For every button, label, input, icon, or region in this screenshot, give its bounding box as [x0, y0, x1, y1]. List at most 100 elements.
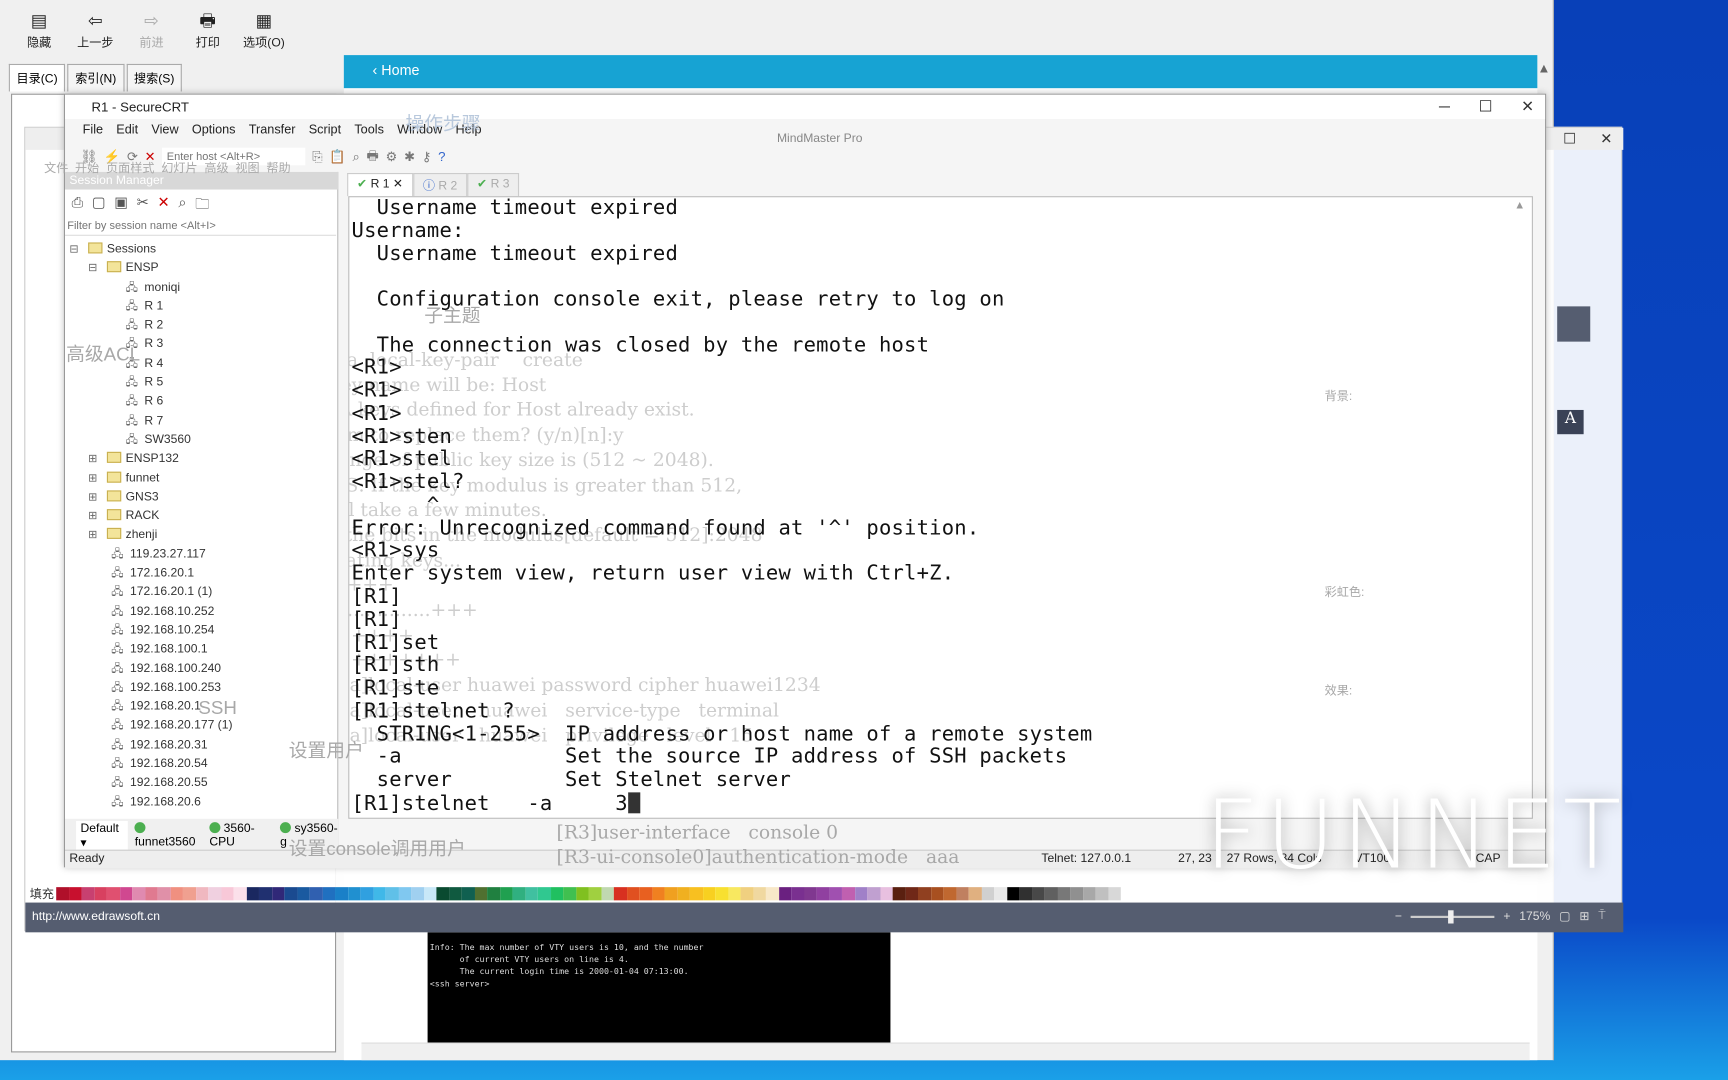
- tree-session[interactable]: 🖧 R 7: [69, 412, 329, 431]
- color-swatch[interactable]: [1108, 887, 1121, 901]
- color-palette[interactable]: 填充: [30, 886, 1121, 901]
- color-swatch[interactable]: [144, 887, 158, 901]
- color-swatch[interactable]: [943, 887, 957, 901]
- menu-transfer[interactable]: Transfer: [242, 123, 302, 136]
- color-swatch[interactable]: [930, 887, 944, 901]
- color-swatch[interactable]: [803, 887, 817, 901]
- tab-r2[interactable]: ⓘ R 2: [412, 173, 468, 197]
- tree-folder[interactable]: ⊞ GNS3: [69, 488, 329, 507]
- color-swatch[interactable]: [1095, 887, 1109, 901]
- color-swatch[interactable]: [423, 887, 437, 901]
- color-swatch[interactable]: [487, 887, 500, 901]
- color-swatch[interactable]: [677, 887, 690, 901]
- presentation-icon[interactable]: ⍑: [1598, 909, 1605, 923]
- menu-help[interactable]: Help: [449, 123, 488, 136]
- menu-script[interactable]: Script: [302, 123, 348, 136]
- color-swatch[interactable]: [271, 887, 285, 901]
- tree-session[interactable]: 🖧 R 1: [69, 297, 329, 316]
- color-swatch[interactable]: [550, 887, 564, 901]
- website-link[interactable]: http://www.edrawsoft.cn: [32, 910, 160, 923]
- color-swatch[interactable]: [411, 887, 424, 901]
- color-swatch[interactable]: [905, 887, 918, 901]
- tree-folder[interactable]: ⊟ Sessions: [69, 240, 329, 259]
- find-icon[interactable]: ⌕: [178, 194, 186, 218]
- color-swatch[interactable]: [829, 887, 842, 901]
- tree-session[interactable]: 🖧 192.168.20.54: [69, 755, 329, 774]
- zoom-slider-handle[interactable]: [1448, 909, 1455, 923]
- color-swatch[interactable]: [1082, 887, 1096, 901]
- text-style-icon[interactable]: A: [1557, 409, 1584, 435]
- back-button[interactable]: ⇦ 上一步: [67, 11, 123, 55]
- color-swatch[interactable]: [449, 887, 462, 901]
- color-swatch[interactable]: [765, 887, 779, 901]
- color-swatch[interactable]: [791, 887, 804, 901]
- tree-session[interactable]: 🖧 119.23.27.117: [69, 545, 329, 564]
- color-swatch[interactable]: [892, 887, 906, 901]
- tree-session[interactable]: 🖧 192.168.100.240: [69, 660, 329, 679]
- color-swatch[interactable]: [740, 887, 754, 901]
- settings-icon[interactable]: ⚙: [386, 149, 398, 164]
- color-swatch[interactable]: [778, 887, 792, 901]
- color-swatch[interactable]: [867, 887, 880, 901]
- color-swatch[interactable]: [1070, 887, 1083, 901]
- session-filter-input[interactable]: [65, 218, 337, 236]
- tree-session[interactable]: 🖧 moniqi: [69, 278, 329, 297]
- tree-session[interactable]: 🖧 192.168.20.6: [69, 793, 329, 812]
- close-tab-icon[interactable]: ✕: [393, 177, 403, 190]
- menu-file[interactable]: File: [76, 123, 110, 136]
- tree-folder[interactable]: ⊟ ENSP: [69, 259, 329, 278]
- color-swatch[interactable]: [994, 887, 1007, 901]
- color-swatch[interactable]: [512, 887, 526, 901]
- expand-toggle-icon[interactable]: ⊞: [88, 507, 102, 526]
- expand-toggle-icon[interactable]: ⊞: [88, 488, 102, 507]
- expand-toggle-icon[interactable]: ⊞: [88, 469, 102, 488]
- menu-options[interactable]: Options: [185, 123, 242, 136]
- tree-session[interactable]: 🖧 172.16.20.1 (1): [69, 583, 329, 602]
- color-swatch[interactable]: [956, 887, 969, 901]
- button-sy3560-g[interactable]: sy3560-g: [280, 822, 338, 849]
- color-swatch[interactable]: [639, 887, 652, 901]
- color-swatch[interactable]: [575, 887, 589, 901]
- color-swatch[interactable]: [1006, 887, 1020, 901]
- color-swatch[interactable]: [233, 887, 247, 901]
- color-swatch[interactable]: [220, 887, 234, 901]
- color-swatch[interactable]: [1019, 887, 1033, 901]
- color-swatch[interactable]: [398, 887, 412, 901]
- tree-session[interactable]: 🖧 SW3560: [69, 431, 329, 450]
- tab-search[interactable]: 搜索(S): [126, 63, 183, 92]
- key-icon[interactable]: ⚷: [422, 149, 432, 164]
- color-swatch[interactable]: [499, 887, 513, 901]
- print-icon[interactable]: 🖶: [367, 145, 379, 168]
- color-swatch[interactable]: [347, 887, 361, 901]
- tree-session[interactable]: 🖧 192.168.20.31: [69, 736, 329, 755]
- zoom-out-button[interactable]: −: [1395, 910, 1402, 923]
- button-funnet3560[interactable]: funnet3560: [134, 822, 203, 849]
- menu-tools[interactable]: Tools: [348, 123, 391, 136]
- tree-folder[interactable]: ⊞ funnet: [69, 469, 329, 488]
- tree-folder[interactable]: ⊞ RACK: [69, 507, 329, 526]
- expand-toggle-icon[interactable]: ⊞: [88, 526, 102, 545]
- color-swatch[interactable]: [613, 887, 627, 901]
- menu-view[interactable]: View: [145, 123, 185, 136]
- color-swatch[interactable]: [94, 887, 107, 901]
- cut-icon[interactable]: ✂: [137, 194, 149, 218]
- color-swatch[interactable]: [258, 887, 272, 901]
- tab-r3[interactable]: ✔ R 3: [467, 173, 520, 197]
- color-swatch[interactable]: [525, 887, 538, 901]
- color-swatch[interactable]: [119, 887, 133, 901]
- color-swatch[interactable]: [689, 887, 703, 901]
- color-swatch[interactable]: [1044, 887, 1058, 901]
- tree-session[interactable]: 🖧 R 3: [69, 336, 329, 355]
- color-swatch[interactable]: [195, 887, 209, 901]
- home-link[interactable]: ‹ Home: [343, 55, 1538, 89]
- terminal-scrollbar[interactable]: ▲: [1514, 199, 1529, 811]
- close-icon[interactable]: ✕: [1600, 130, 1612, 148]
- color-swatch[interactable]: [727, 887, 741, 901]
- zoom-slider[interactable]: [1410, 909, 1495, 923]
- print-button[interactable]: 🖶 打印: [180, 11, 236, 55]
- tree-session[interactable]: 🖧 R 4: [69, 355, 329, 374]
- color-swatch[interactable]: [854, 887, 868, 901]
- color-swatch[interactable]: [436, 887, 450, 901]
- menu-edit[interactable]: Edit: [110, 123, 145, 136]
- fit-page-icon[interactable]: ▢: [1559, 909, 1570, 923]
